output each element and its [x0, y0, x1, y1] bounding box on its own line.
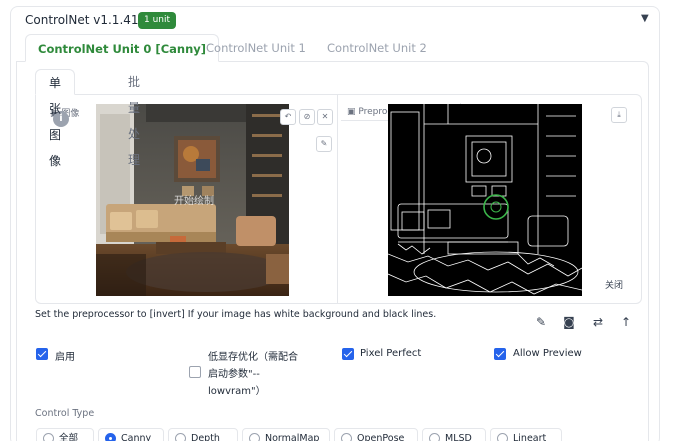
control-type-mlsd[interactable]: MLSD: [422, 428, 486, 441]
control-type-mlsd-label: MLSD: [445, 433, 472, 441]
control-type-lineart-label: Lineart: [513, 433, 547, 441]
radio-depth[interactable]: [175, 433, 186, 441]
radio-normalmap[interactable]: [249, 433, 260, 441]
image-area: ▣ 图像 i: [35, 94, 642, 304]
radio-openpose[interactable]: [341, 433, 352, 441]
low-vram-label-line2: 启动参数"--: [208, 369, 260, 380]
canny-edge-graphic: [388, 104, 582, 295]
canny-edge-preview: [388, 104, 582, 296]
input-image-panel[interactable]: ▣ 图像 i: [36, 95, 338, 303]
unit-count-badge: 1 unit: [138, 12, 177, 29]
radio-canny[interactable]: [105, 433, 116, 441]
enable-checkbox[interactable]: [36, 348, 48, 360]
tab-single-image[interactable]: 单张图像: [35, 69, 76, 168]
preprocessor-preview-panel: ▣ Preprocessor Preview ⤓: [339, 95, 641, 303]
tab-unit-1[interactable]: ControlNet Unit 1: [194, 34, 318, 62]
pixel-perfect-label: Pixel Perfect: [360, 348, 422, 359]
radio-all[interactable]: [43, 433, 54, 441]
control-type-label: Control Type: [35, 408, 95, 419]
brush-icon[interactable]: ✎: [316, 136, 332, 152]
webcam-icon[interactable]: ◙: [557, 310, 581, 334]
download-icon[interactable]: ⤓: [611, 107, 627, 123]
control-type-lineart[interactable]: Lineart: [490, 428, 562, 441]
radio-lineart[interactable]: [497, 433, 508, 441]
low-vram-label-line1: 低显存优化（需配合: [208, 352, 298, 363]
control-type-canny-label: Canny: [121, 433, 152, 441]
allow-preview-label: Allow Preview: [513, 348, 582, 359]
swap-icon[interactable]: ⇄: [586, 310, 610, 334]
control-type-normalmap-label: NormalMap: [265, 433, 320, 441]
collapse-toggle-icon[interactable]: ▼: [641, 13, 669, 24]
enable-label: 启用: [55, 352, 75, 363]
tab-unit-0[interactable]: ControlNet Unit 0 [Canny]: [25, 34, 220, 62]
clear-icon[interactable]: ⊘: [299, 109, 315, 125]
control-type-openpose[interactable]: OpenPose: [334, 428, 418, 441]
new-canvas-icon[interactable]: ✎: [529, 310, 553, 334]
control-type-all[interactable]: 全部: [36, 428, 94, 441]
control-type-canny[interactable]: Canny: [98, 428, 164, 441]
control-type-depth-label: Depth: [191, 433, 220, 441]
low-vram-checkbox[interactable]: [189, 366, 201, 378]
control-type-all-label: 全部: [59, 433, 79, 441]
low-vram-label-line3: lowvram"）: [208, 386, 266, 397]
controlnet-title[interactable]: ControlNet v1.1.417: [25, 13, 146, 27]
close-icon[interactable]: ✕: [317, 109, 333, 125]
tab-unit-2[interactable]: ControlNet Unit 2: [315, 34, 439, 62]
allow-preview-checkbox[interactable]: [494, 348, 506, 360]
invert-hint: Set the preprocessor to [invert] If your…: [35, 309, 437, 320]
control-type-depth[interactable]: Depth: [168, 428, 238, 441]
radio-mlsd[interactable]: [429, 433, 440, 441]
control-type-normalmap[interactable]: NormalMap: [242, 428, 330, 441]
input-photo[interactable]: 开始绘制: [96, 104, 289, 296]
close-preview-button[interactable]: 关闭: [605, 278, 623, 291]
pixel-perfect-checkbox[interactable]: [342, 348, 354, 360]
send-dimensions-icon[interactable]: ↑: [614, 310, 638, 334]
photo-caption: 开始绘制: [174, 196, 214, 207]
undo-icon[interactable]: ↶: [280, 109, 296, 125]
unit-tabs: ControlNet Unit 0 [Canny] ControlNet Uni…: [16, 34, 646, 62]
control-type-openpose-label: OpenPose: [357, 433, 405, 441]
tab-batch[interactable]: 批量处理: [115, 69, 153, 167]
